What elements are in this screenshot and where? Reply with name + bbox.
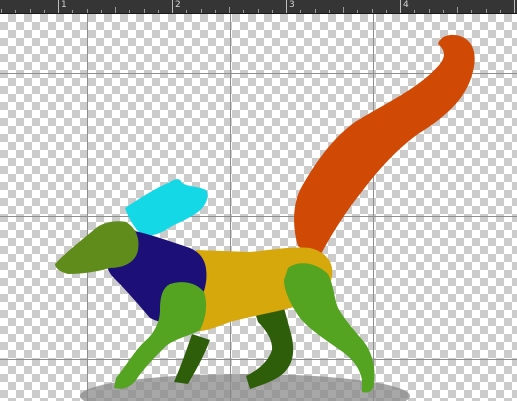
- ruler-label-3: 3: [289, 0, 295, 10]
- fox-artwork[interactable]: [0, 14, 517, 401]
- ruler-ticks: [1, 0, 515, 13]
- ruler-label-2: 2: [175, 0, 181, 10]
- ruler-label-1: 1: [61, 0, 67, 10]
- horizontal-ruler[interactable]: 1 2 3 4: [0, 0, 517, 14]
- tail: [294, 34, 475, 261]
- hind-leg-near: [284, 263, 375, 393]
- ear: [125, 179, 208, 236]
- ruler-label-4: 4: [403, 0, 409, 10]
